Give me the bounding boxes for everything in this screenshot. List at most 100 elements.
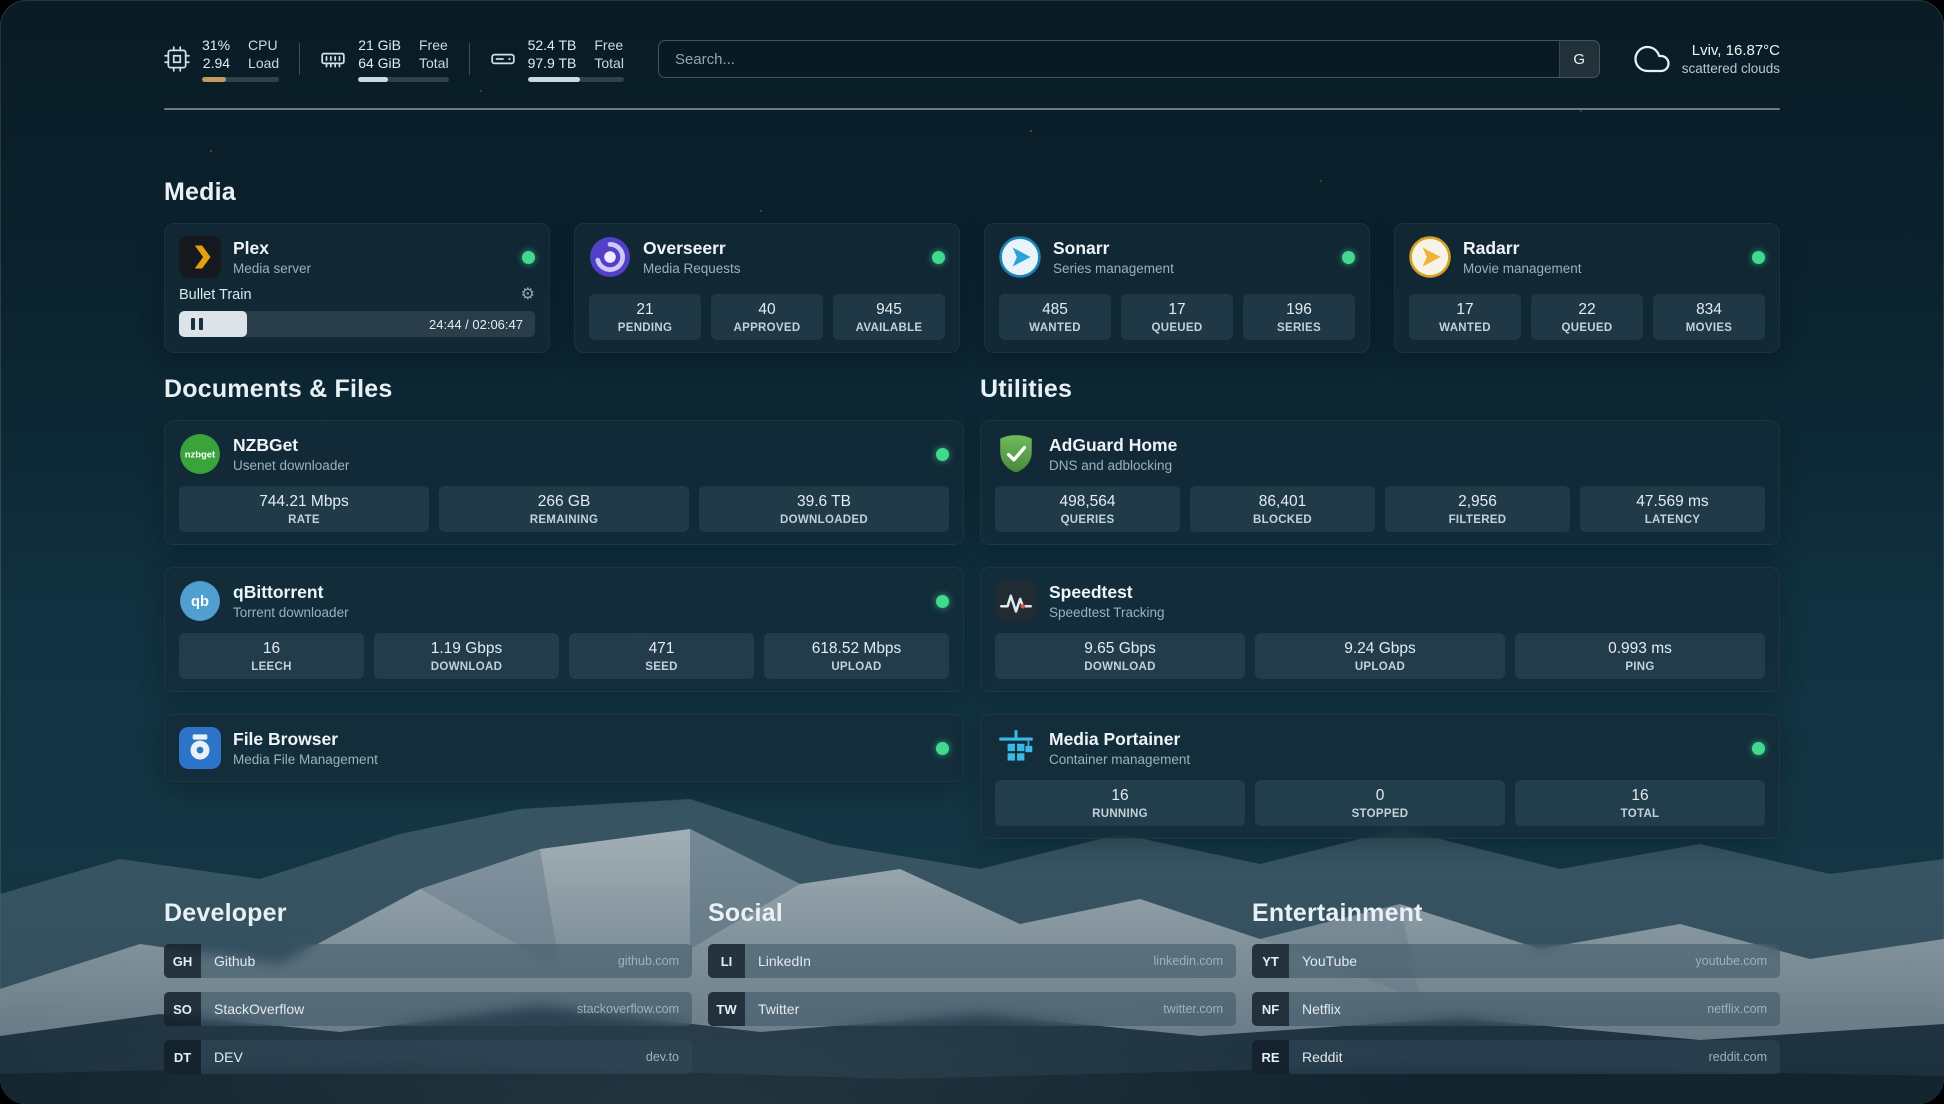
bookmark-url: linkedin.com (1154, 954, 1223, 968)
sonarr-card[interactable]: Sonarr Series management 485 WANTED 17 Q… (984, 223, 1370, 353)
qbittorrent-icon: qb (179, 580, 221, 622)
bookmark-linkedin[interactable]: LI LinkedIn linkedin.com (708, 944, 1236, 978)
bookmark-reddit[interactable]: RE Reddit reddit.com (1252, 1040, 1780, 1074)
service-name: Sonarr (1053, 238, 1174, 259)
service-subtitle: Media server (233, 261, 311, 276)
bookmark-abbr: YT (1252, 944, 1289, 978)
service-name: qBittorrent (233, 582, 349, 603)
bookmark-abbr: LI (708, 944, 745, 978)
bookmark-name: DEV (214, 1049, 243, 1065)
divider (469, 43, 470, 75)
bookmark-abbr: SO (164, 992, 201, 1026)
bookmark-group-title: Entertainment (1252, 899, 1780, 928)
stat-filtered: 2,956 FILTERED (1385, 486, 1570, 532)
portainer-card[interactable]: Media Portainer Container management 16 … (980, 714, 1780, 839)
search-bar: G (658, 40, 1600, 78)
service-name: NZBGet (233, 435, 349, 456)
nzbget-icon: nzbget (179, 433, 221, 475)
now-playing-title: Bullet Train (179, 287, 252, 303)
service-subtitle: Speedtest Tracking (1049, 605, 1165, 620)
bookmark-abbr: TW (708, 992, 745, 1026)
status-dot (522, 251, 535, 264)
bookmark-youtube[interactable]: YT YouTube youtube.com (1252, 944, 1780, 978)
stat-approved: 40 APPROVED (711, 294, 823, 340)
stat-ping: 0.993 ms PING (1515, 633, 1765, 679)
bookmark-name: LinkedIn (758, 953, 811, 969)
status-dot (1752, 742, 1765, 755)
divider (299, 43, 300, 75)
status-dot (932, 251, 945, 264)
pause-button[interactable] (191, 318, 203, 330)
service-subtitle: DNS and adblocking (1049, 458, 1177, 473)
gear-icon[interactable]: ⚙ (521, 287, 535, 303)
bookmark-stackoverflow[interactable]: SO StackOverflow stackoverflow.com (164, 992, 692, 1026)
section-title-media: Media (164, 178, 1780, 207)
qbittorrent-card[interactable]: qb qBittorrent Torrent downloader 16 (164, 567, 964, 692)
search-input[interactable] (659, 41, 1559, 77)
service-name: Plex (233, 238, 311, 259)
plex-icon (179, 236, 221, 278)
status-dot (936, 448, 949, 461)
playback-progress-bar: 24:44 / 02:06:47 (179, 311, 535, 337)
svg-text:nzbget: nzbget (185, 450, 216, 461)
top-bar: 31% 2.94 CPU Load (164, 36, 1780, 82)
search-provider-button[interactable]: G (1559, 41, 1599, 77)
bookmark-name: Twitter (758, 1001, 799, 1017)
memory-label: Free (419, 36, 449, 54)
stat-total: 16 TOTAL (1515, 780, 1765, 826)
speedtest-card[interactable]: Speedtest Speedtest Tracking 9.65 Gbps D… (980, 567, 1780, 692)
bookmark-group-developer: Developer GH Github github.com SO StackO… (164, 899, 692, 1074)
disk-free: 52.4 TB (528, 36, 577, 54)
service-subtitle: Series management (1053, 261, 1174, 276)
stat-download: 9.65 Gbps DOWNLOAD (995, 633, 1245, 679)
bookmark-url: reddit.com (1709, 1050, 1767, 1064)
service-subtitle: Media File Management (233, 752, 378, 767)
memory-icon (320, 46, 346, 72)
weather-condition: scattered clouds (1682, 61, 1780, 76)
media-grid: Plex Media server Bullet Train ⚙ 24:44 /… (164, 223, 1780, 353)
bookmark-group-title: Social (708, 899, 1236, 928)
svg-text:qb: qb (191, 594, 209, 610)
nzbget-card[interactable]: nzbget NZBGet Usenet downloader 744.21 M… (164, 420, 964, 545)
bookmark-netflix[interactable]: NF Netflix netflix.com (1252, 992, 1780, 1026)
adguard-card[interactable]: AdGuard Home DNS and adblocking 498,564 … (980, 420, 1780, 545)
disk-progress-bar (528, 77, 624, 82)
bookmark-github[interactable]: GH Github github.com (164, 944, 692, 978)
overseerr-card[interactable]: Overseerr Media Requests 21 PENDING 40 A… (574, 223, 960, 353)
stat-seed: 471 SEED (569, 633, 754, 679)
bookmark-name: Github (214, 953, 255, 969)
disk-total: 97.9 TB (528, 54, 577, 72)
disk-icon (490, 46, 516, 72)
stat-available: 945 AVAILABLE (833, 294, 945, 340)
status-dot (1342, 251, 1355, 264)
service-name: AdGuard Home (1049, 435, 1177, 456)
weather-location: Lviv, 16.87°C (1692, 42, 1780, 59)
cpu-widget: 31% 2.94 CPU Load (164, 36, 279, 82)
cpu-icon (164, 46, 190, 72)
stat-leech: 16 LEECH (179, 633, 364, 679)
radarr-card[interactable]: Radarr Movie management 17 WANTED 22 QUE… (1394, 223, 1780, 353)
bookmark-url: netflix.com (1707, 1002, 1767, 1016)
bookmark-twitter[interactable]: TW Twitter twitter.com (708, 992, 1236, 1026)
service-name: Speedtest (1049, 582, 1165, 603)
stat-downloaded: 39.6 TB DOWNLOADED (699, 486, 949, 532)
stat-upload: 9.24 Gbps UPLOAD (1255, 633, 1505, 679)
service-subtitle: Torrent downloader (233, 605, 349, 620)
speedtest-icon (995, 580, 1037, 622)
plex-card[interactable]: Plex Media server Bullet Train ⚙ 24:44 /… (164, 223, 550, 353)
bookmark-dev[interactable]: DT DEV dev.to (164, 1040, 692, 1074)
stat-queries: 498,564 QUERIES (995, 486, 1180, 532)
overseerr-icon (589, 236, 631, 278)
sonarr-icon (999, 236, 1041, 278)
service-subtitle: Media Requests (643, 261, 741, 276)
service-name: File Browser (233, 729, 378, 750)
stat-download: 1.19 Gbps DOWNLOAD (374, 633, 559, 679)
bookmark-abbr: GH (164, 944, 201, 978)
bookmark-name: Reddit (1302, 1049, 1342, 1065)
stat-pending: 21 PENDING (589, 294, 701, 340)
playback-time: 24:44 / 02:06:47 (429, 317, 523, 332)
cloud-icon (1634, 41, 1670, 77)
stat-movies: 834 MOVIES (1653, 294, 1765, 340)
service-subtitle: Movie management (1463, 261, 1582, 276)
filebrowser-card[interactable]: File Browser Media File Management (164, 714, 964, 782)
